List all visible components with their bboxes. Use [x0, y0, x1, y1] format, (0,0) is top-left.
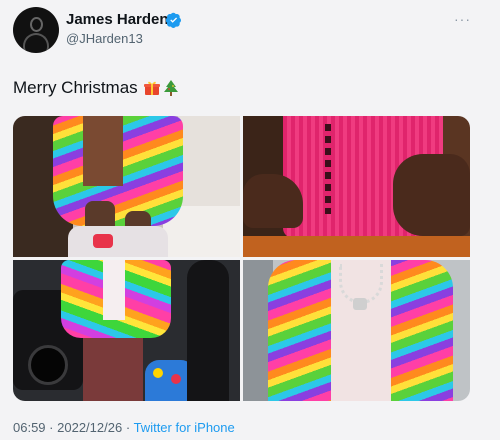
photo-4-pendant [353, 298, 367, 310]
photo-1[interactable] [13, 116, 240, 257]
more-options-icon[interactable]: ··· [454, 11, 471, 27]
author-display-name[interactable]: James Harden [66, 11, 169, 28]
photo-4[interactable] [243, 260, 470, 401]
photo-3-shirt [103, 260, 125, 320]
tweet-date[interactable]: 2022/12/26 [57, 420, 122, 435]
photo-1-window [178, 116, 240, 206]
photo-1-bag-detail [93, 234, 113, 248]
photo-2-right-hand [393, 154, 470, 236]
photo-3[interactable] [13, 260, 240, 401]
tweet-text: Merry Christmas [13, 78, 178, 98]
photo-2-left-hand [243, 174, 303, 228]
photo-1-chest [83, 116, 123, 186]
photo-2-bottom [243, 236, 470, 257]
meta-separator-2: · [125, 420, 131, 435]
photo-1-bag [68, 226, 168, 257]
tweet-time[interactable]: 06:59 [13, 420, 46, 435]
tweet-meta: 06:59 · 2022/12/26 · Twitter for iPhone [13, 420, 235, 435]
avatar-silhouette-head [30, 17, 43, 32]
christmas-tree-emoji-icon [163, 80, 178, 96]
author-handle[interactable]: @JHarden13 [66, 31, 143, 46]
tweet-card[interactable]: James Harden @JHarden13 ··· Merry Christ… [0, 0, 500, 440]
photo-3-person-background [187, 260, 229, 401]
tweet-text-body: Merry Christmas [13, 78, 138, 97]
author-avatar[interactable] [13, 7, 59, 53]
gift-emoji-icon [143, 81, 160, 95]
photo-3-bag-dot-yellow [153, 368, 163, 378]
photo-2-stitching [325, 124, 331, 214]
tweet-source-link[interactable]: Twitter for iPhone [134, 420, 235, 435]
verified-badge-icon [166, 12, 182, 28]
avatar-silhouette-shoulders [23, 33, 49, 51]
photo-2[interactable] [243, 116, 470, 257]
photo-3-car-wheel [28, 345, 68, 385]
photo-3-pants [83, 338, 143, 401]
photo-grid [13, 116, 470, 401]
photo-3-bag-dot-red [171, 374, 181, 384]
meta-separator: · [49, 420, 54, 435]
